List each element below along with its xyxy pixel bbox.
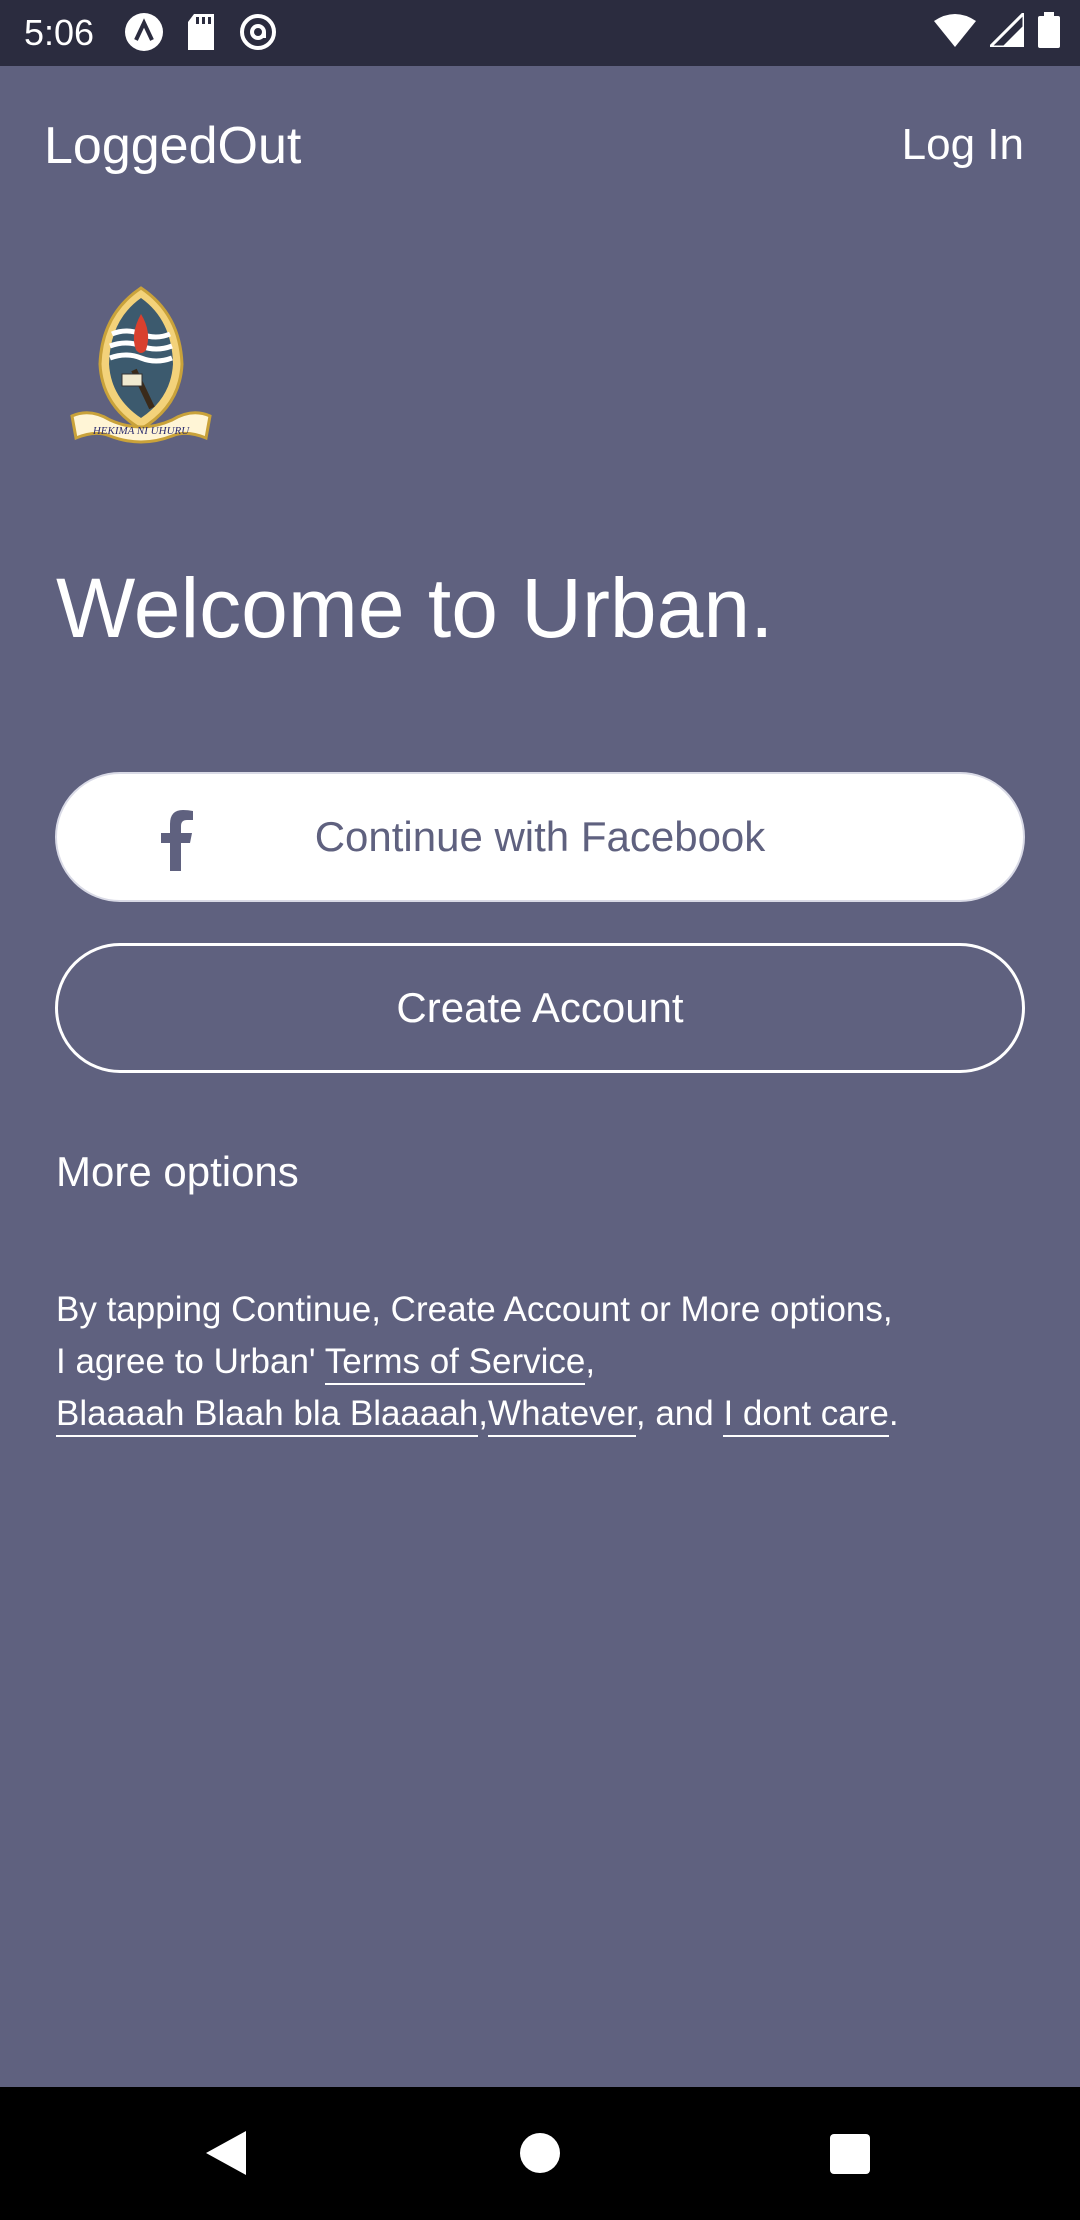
facebook-icon	[161, 810, 193, 871]
signal-icon	[990, 13, 1024, 47]
status-right-icons	[934, 12, 1060, 48]
create-account-label: Create Account	[396, 984, 684, 1031]
battery-icon	[1038, 12, 1060, 48]
app-title: LoggedOut	[44, 117, 302, 175]
create-account-button[interactable]: Create Account	[55, 943, 1025, 1073]
terms-intro: By tapping Continue, Create Account or M…	[56, 1290, 893, 1329]
terms-comma: ,	[585, 1342, 596, 1381]
status-left-icons	[124, 12, 278, 52]
navigation-bar	[0, 2087, 1080, 2220]
back-icon[interactable]	[206, 2131, 246, 2175]
more-options-link[interactable]: More options	[56, 1148, 299, 1196]
welcome-heading: Welcome to Urban.	[56, 561, 774, 655]
wifi-icon	[934, 14, 976, 47]
at-sign-icon	[240, 14, 276, 50]
sd-card-icon	[188, 14, 214, 50]
recents-icon[interactable]	[830, 2134, 870, 2174]
dont-care-link[interactable]: I dont care	[723, 1394, 889, 1437]
terms-line-3: Blaaaah Blaah bla Blaaaah,Whatever, and …	[56, 1388, 1016, 1440]
facebook-button-label: Continue with Facebook	[314, 813, 766, 860]
notification-a-icon	[125, 13, 163, 51]
terms-line-2: I agree to Urban' Terms of Service,	[56, 1336, 1016, 1388]
terms-of-service-link[interactable]: Terms of Service	[324, 1342, 586, 1385]
status-bar: 5:06	[0, 0, 1080, 66]
terms-comma-2: ,	[478, 1394, 489, 1433]
blah-link[interactable]: Blaaaah Blaah bla Blaaaah	[56, 1394, 479, 1437]
university-logo: HEKIMA NI UHURU	[70, 286, 212, 444]
app-bar: LoggedOut Log In	[0, 66, 1080, 226]
status-time: 5:06	[24, 12, 95, 53]
login-link[interactable]: Log In	[902, 120, 1024, 170]
logo-motto: HEKIMA NI UHURU	[92, 425, 190, 437]
home-icon[interactable]	[520, 2133, 560, 2173]
terms-line2-prefix: I agree to Urban'	[56, 1342, 325, 1381]
continue-with-facebook-button[interactable]: Continue with Facebook	[55, 772, 1025, 902]
whatever-link[interactable]: Whatever	[488, 1394, 636, 1437]
terms-period: .	[888, 1394, 899, 1433]
terms-text: By tapping Continue, Create Account or M…	[56, 1284, 1016, 1440]
terms-and: , and	[635, 1394, 724, 1433]
